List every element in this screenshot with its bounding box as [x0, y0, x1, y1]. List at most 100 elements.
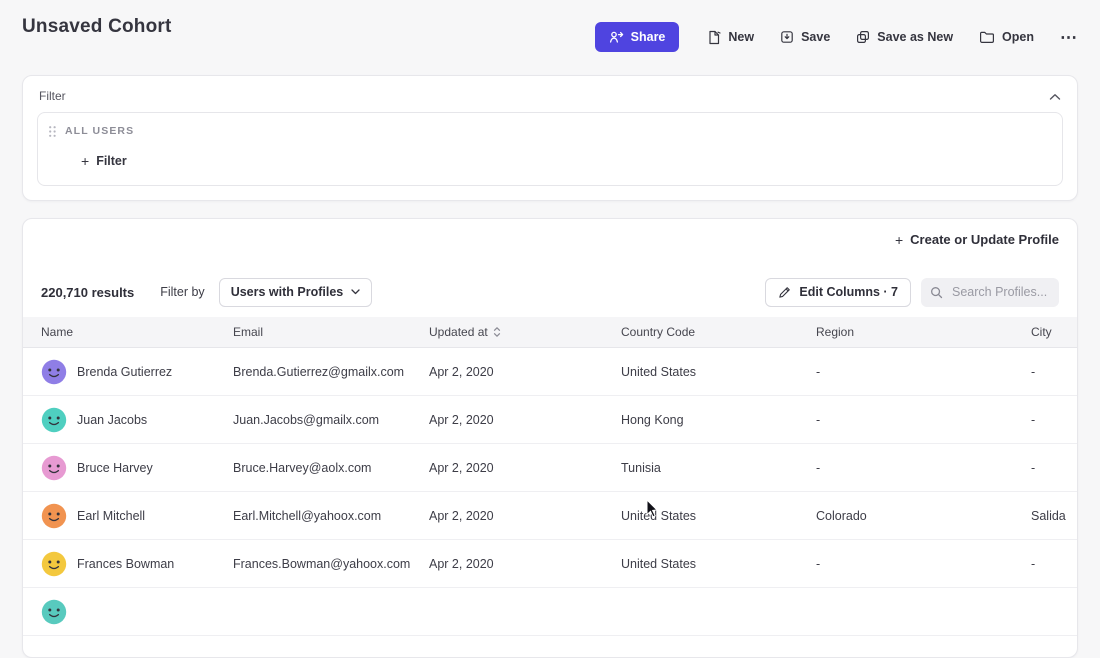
search-box[interactable]	[921, 278, 1059, 307]
profile-region: -	[816, 413, 1009, 427]
chevron-up-icon	[1049, 89, 1061, 104]
create-or-update-profile-label: Create or Update Profile	[910, 232, 1059, 247]
profile-name-cell	[23, 599, 233, 625]
table-row-partial[interactable]	[23, 588, 1077, 636]
table-row[interactable]: Earl Mitchell Earl.Mitchell@yahoox.comApr…	[23, 492, 1077, 540]
column-header-city[interactable]: City	[1009, 325, 1077, 339]
all-users-filter-group: ALL USERS + Filter	[37, 112, 1063, 186]
create-profile-row: + Create or Update Profile	[23, 219, 1077, 267]
profile-name-cell: Juan Jacobs	[23, 407, 233, 433]
drag-handle-icon[interactable]	[48, 125, 57, 138]
profile-email: Frances.Bowman@yahoox.com	[233, 557, 429, 571]
profile-name: Frances Bowman	[77, 557, 174, 571]
new-button[interactable]: New	[707, 30, 754, 45]
avatar	[41, 599, 67, 625]
save-as-new-button[interactable]: Save as New	[856, 30, 953, 44]
column-header-updated-at[interactable]: Updated at	[429, 325, 621, 339]
column-header-region[interactable]: Region	[816, 325, 1009, 339]
ellipsis-icon: ⋯	[1060, 29, 1078, 46]
more-options-button[interactable]: ⋯	[1060, 29, 1078, 46]
open-button[interactable]: Open	[979, 30, 1034, 44]
share-icon	[609, 30, 624, 44]
profile-region: -	[816, 365, 1009, 379]
profile-name: Bruce Harvey	[77, 461, 153, 475]
profile-country-code: Hong Kong	[621, 413, 816, 427]
results-count: 220,710 results	[41, 285, 134, 300]
avatar	[41, 359, 67, 385]
save-button[interactable]: Save	[780, 30, 830, 44]
chevron-down-icon	[351, 289, 360, 295]
collapse-filter-button[interactable]	[1045, 85, 1065, 108]
profiles-table-body: Brenda Gutierrez Brenda.Gutierrez@gmailx.…	[23, 348, 1077, 636]
open-label: Open	[1002, 30, 1034, 44]
profiles-panel: + Create or Update Profile 220,710 resul…	[22, 218, 1078, 658]
profile-region: -	[816, 557, 1009, 571]
profile-country-code: United States	[621, 557, 816, 571]
profile-city: -	[1009, 365, 1077, 379]
table-row[interactable]: Juan JacobsJuan.Jacobs@gmailx.comApr 2, …	[23, 396, 1077, 444]
new-document-icon	[707, 30, 721, 45]
edit-columns-label: Edit Columns · 7	[799, 285, 898, 299]
profile-name: Brenda Gutierrez	[77, 365, 172, 379]
avatar	[41, 503, 67, 529]
save-icon	[780, 30, 794, 44]
profile-email: Brenda.Gutierrez@gmailx.com	[233, 365, 429, 379]
column-header-country-code[interactable]: Country Code	[621, 325, 816, 339]
avatar	[41, 407, 67, 433]
page-title: Unsaved Cohort	[22, 16, 172, 38]
profile-name-cell: Bruce Harvey	[23, 455, 233, 481]
share-label: Share	[631, 30, 666, 44]
profile-email: Bruce.Harvey@aolx.com	[233, 461, 429, 475]
filter-group-header: ALL USERS	[48, 123, 1050, 139]
profile-city: -	[1009, 461, 1077, 475]
filter-panel: Filter ALL USERS + Filter	[22, 75, 1078, 201]
save-label: Save	[801, 30, 830, 44]
plus-icon: +	[895, 233, 903, 247]
search-input[interactable]	[950, 284, 1050, 300]
profile-updated-at: Apr 2, 2020	[429, 509, 621, 523]
profile-country-code: United States	[621, 509, 816, 523]
plus-icon: +	[81, 154, 89, 168]
cohort-page: Unsaved Cohort Share New Save	[0, 0, 1100, 602]
profile-city: -	[1009, 557, 1077, 571]
profile-updated-at: Apr 2, 2020	[429, 365, 621, 379]
avatar	[41, 551, 67, 577]
table-row[interactable]: Brenda Gutierrez Brenda.Gutierrez@gmailx.…	[23, 348, 1077, 396]
profile-name: Juan Jacobs	[77, 413, 147, 427]
table-header: Name Email Updated at Country Code Regio…	[23, 317, 1077, 348]
profile-email: Earl.Mitchell@yahoox.com	[233, 509, 429, 523]
profile-name-cell: Earl Mitchell	[23, 503, 233, 529]
edit-columns-button[interactable]: Edit Columns · 7	[765, 278, 911, 307]
pencil-icon	[778, 286, 791, 299]
save-as-new-label: Save as New	[877, 30, 953, 44]
table-row[interactable]: Bruce Harvey Bruce.Harvey@aolx.comApr 2, …	[23, 444, 1077, 492]
copy-icon	[856, 30, 870, 44]
profile-city: -	[1009, 413, 1077, 427]
add-filter-button[interactable]: + Filter	[77, 152, 131, 170]
column-header-name[interactable]: Name	[23, 325, 233, 339]
profiles-filter-value: Users with Profiles	[231, 285, 344, 299]
profile-country-code: United States	[621, 365, 816, 379]
new-label: New	[728, 30, 754, 44]
profile-country-code: Tunisia	[621, 461, 816, 475]
updated-at-label: Updated at	[429, 325, 488, 339]
profile-region: Colorado	[816, 509, 1009, 523]
filter-by-label: Filter by	[160, 285, 204, 299]
share-button[interactable]: Share	[595, 22, 680, 52]
profile-updated-at: Apr 2, 2020	[429, 413, 621, 427]
search-icon	[930, 286, 943, 299]
create-or-update-profile-button[interactable]: + Create or Update Profile	[895, 232, 1059, 247]
profile-region: -	[816, 461, 1009, 475]
profile-name: Earl Mitchell	[77, 509, 145, 523]
filter-panel-title: Filter	[39, 89, 66, 103]
table-row[interactable]: Frances BowmanFrances.Bowman@yahoox.comA…	[23, 540, 1077, 588]
column-header-email[interactable]: Email	[233, 325, 429, 339]
page-header: Unsaved Cohort Share New Save	[0, 0, 1100, 62]
folder-icon	[979, 30, 995, 44]
profile-name-cell: Frances Bowman	[23, 551, 233, 577]
profile-updated-at: Apr 2, 2020	[429, 461, 621, 475]
all-users-label: ALL USERS	[65, 125, 134, 137]
avatar	[41, 455, 67, 481]
profiles-filter-dropdown[interactable]: Users with Profiles	[219, 278, 373, 307]
sort-icon[interactable]	[493, 326, 501, 338]
